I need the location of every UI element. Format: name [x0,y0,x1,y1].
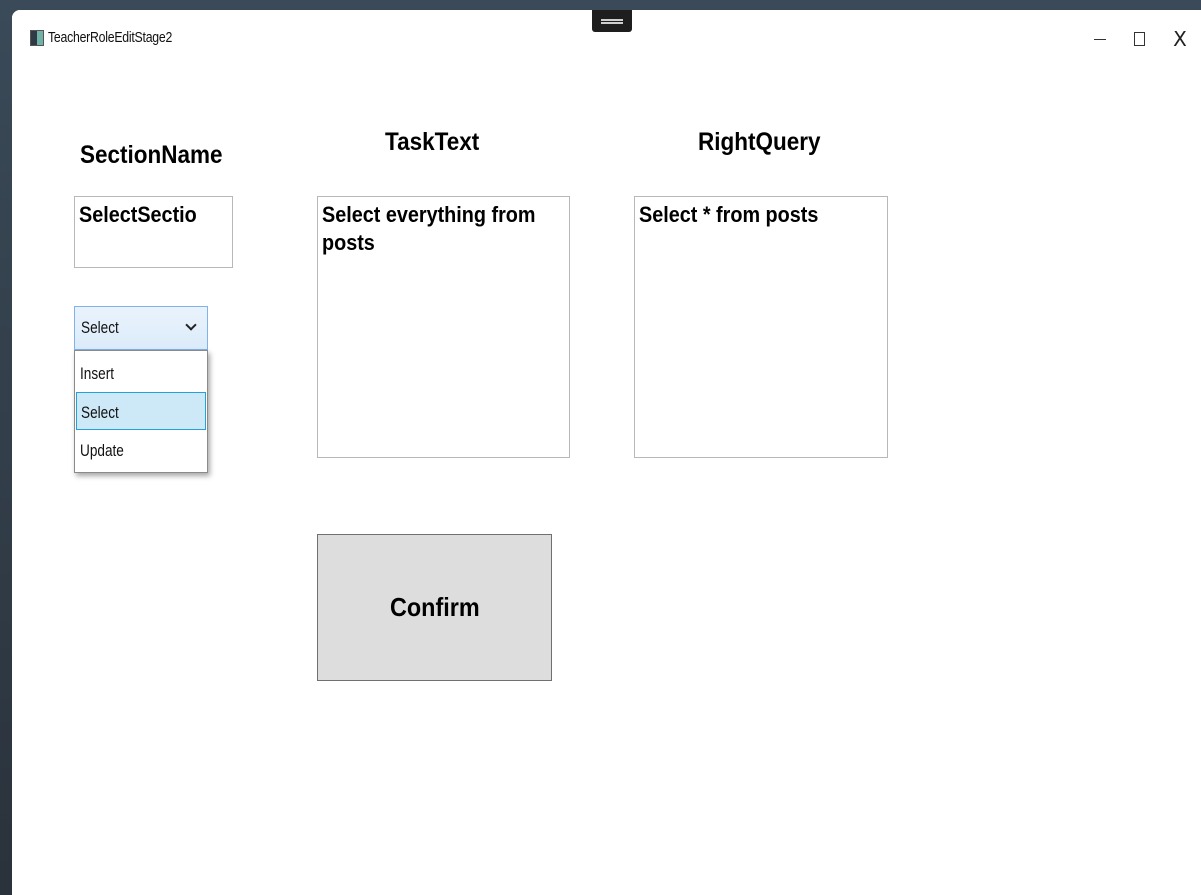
dropdown-option-insert[interactable]: Insert [76,354,206,392]
task-text-input[interactable]: Select everything from posts [317,196,570,458]
chevron-down-icon [185,319,197,331]
close-button[interactable]: X [1160,24,1200,54]
confirm-button-label: Confirm [389,592,480,622]
section-name-value: SelectSectio [79,202,197,227]
dropdown-option-label: Select [81,403,119,422]
app-icon [30,30,44,46]
task-text-value: Select everything from posts [322,202,536,255]
snap-layout-handle-icon[interactable] [592,10,632,32]
dropdown-option-select[interactable]: Select [76,392,206,430]
confirm-button[interactable]: Confirm [317,534,552,681]
section-name-label: SectionName [80,141,223,169]
window-title: TeacherRoleEditStage2 [48,29,173,46]
right-query-value: Select * from posts [639,202,819,227]
section-type-selected: Select [81,318,119,337]
minimize-button[interactable] [1080,24,1120,54]
dropdown-option-update[interactable]: Update [76,431,206,469]
dropdown-option-label: Insert [80,364,115,383]
dropdown-option-label: Update [80,441,124,460]
maximize-button[interactable] [1119,24,1159,54]
right-query-input[interactable]: Select * from posts [634,196,888,458]
task-text-label: TaskText [385,128,480,156]
maximize-icon [1133,32,1145,46]
right-query-label: RightQuery [698,128,821,156]
section-name-input[interactable]: SelectSectio [74,196,233,268]
section-type-dropdown-list: Insert Select Update [74,350,208,473]
close-icon: X [1173,27,1187,51]
app-window: TeacherRoleEditStage2 X SectionName Task… [12,10,1201,895]
title-bar[interactable]: TeacherRoleEditStage2 X [12,10,1201,76]
minimize-icon [1094,38,1106,40]
section-type-combobox[interactable]: Select [74,306,208,350]
